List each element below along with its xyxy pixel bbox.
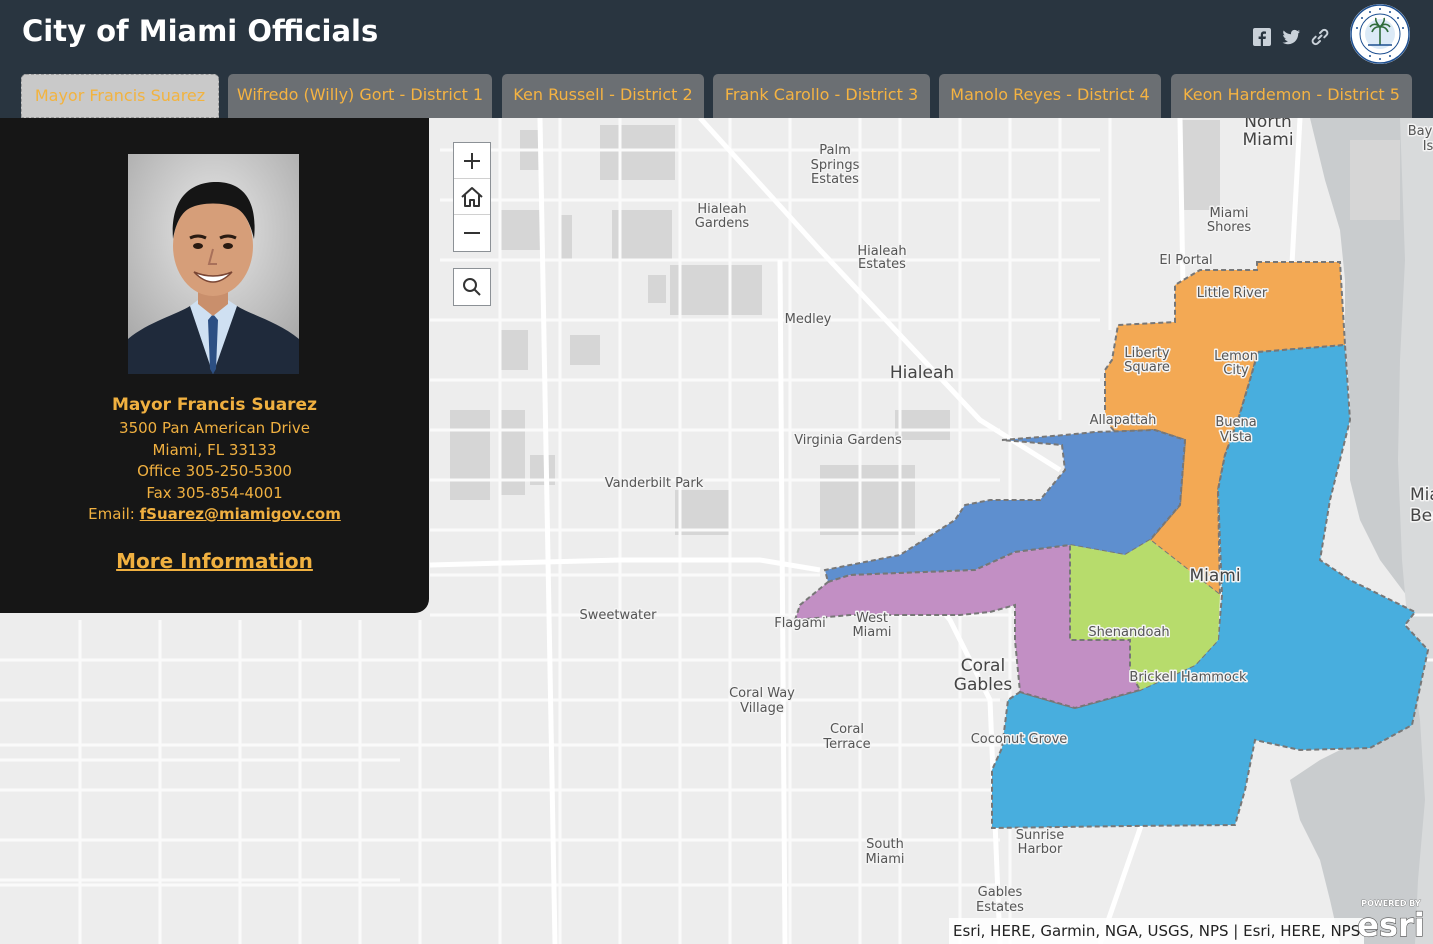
search-icon <box>463 278 481 296</box>
label-palm-springs-estates: Palm <box>819 143 851 158</box>
map-attribution: Esri, HERE, Garmin, NGA, USGS, NPS | Esr… <box>949 918 1365 944</box>
zoom-in-button[interactable] <box>454 143 490 179</box>
label-lemon-city: Lemon <box>1214 349 1258 364</box>
email-label: Email: <box>88 505 140 523</box>
official-office-phone: Office 305-250-5300 <box>137 462 292 480</box>
label-coconut-grove: Coconut Grove <box>971 732 1068 747</box>
facebook-icon[interactable] <box>1252 27 1272 47</box>
label-virginia-gardens: Virginia Gardens <box>794 433 902 448</box>
minus-icon <box>464 232 480 234</box>
label-sunrise-harbor: Harbor <box>1018 842 1063 857</box>
label-coral-gables: Gables <box>954 675 1013 695</box>
tab-district-1[interactable]: Wifredo (Willy) Gort - District 1 <box>228 74 492 118</box>
home-button[interactable] <box>454 179 490 215</box>
label-sweetwater: Sweetwater <box>579 608 657 623</box>
zoom-out-button[interactable] <box>454 215 490 251</box>
email-link[interactable]: fSuarez@miamigov.com <box>140 505 341 523</box>
label-palm-springs-estates: Springs <box>811 158 860 173</box>
label-vanderbilt-park: Vanderbilt Park <box>605 476 704 491</box>
official-name: Mayor Francis Suarez <box>112 395 317 415</box>
official-email-row: Email: fSuarez@miamigov.com <box>0 505 429 523</box>
esri-logo[interactable]: POWERED BY esri <box>1354 896 1429 940</box>
label-allapattah: Allapattah <box>1090 413 1157 428</box>
tab-mayor-francis-suarez[interactable]: Mayor Francis Suarez <box>21 74 219 118</box>
zoom-controls <box>453 142 491 252</box>
label-coral-gables: Coral <box>961 656 1005 676</box>
more-information-link[interactable]: More Information <box>0 549 429 573</box>
city-seal-logo <box>1350 4 1410 64</box>
share-bar <box>1252 26 1330 48</box>
label-little-river: Little River <box>1197 286 1268 301</box>
link-icon[interactable] <box>1310 27 1330 47</box>
label-south-miami: Miami <box>865 852 904 867</box>
label-gables-estates: Estates <box>976 900 1024 915</box>
label-miami-shores: Miami <box>1209 206 1248 221</box>
tab-district-3[interactable]: Frank Carollo - District 3 <box>713 74 930 118</box>
label-bay: Bay <box>1408 124 1433 139</box>
label-miami-shores: Shores <box>1207 220 1252 235</box>
label-flagami: Flagami <box>774 616 826 631</box>
search-button[interactable] <box>453 268 491 306</box>
label-coral-terrace: Coral <box>830 722 864 737</box>
label-coral-terrace: Terrace <box>822 737 870 752</box>
label-hialeah-estates: Estates <box>858 257 906 272</box>
label-brickell-hammock: Brickell Hammock <box>1129 670 1247 685</box>
tab-district-2[interactable]: Ken Russell - District 2 <box>502 74 704 118</box>
label-south-miami: South <box>866 837 904 852</box>
label-palm-springs-estates: Estates <box>811 172 859 187</box>
label-miami: Miami <box>1189 566 1240 586</box>
label-miami-beach: Mia <box>1410 485 1433 505</box>
home-icon <box>461 186 483 207</box>
label-hialeah-gardens: Gardens <box>695 216 750 231</box>
official-address-line-2: Miami, FL 33133 <box>152 441 277 459</box>
label-miami-beach: Bea <box>1410 506 1433 526</box>
label-liberty-square: Liberty <box>1124 346 1170 361</box>
official-fax: Fax 305-854-4001 <box>146 484 283 502</box>
label-gables-estates: Gables <box>978 885 1023 900</box>
label-sunrise-harbor: Sunrise <box>1016 828 1064 843</box>
label-shenandoah: Shenandoah <box>1088 625 1169 640</box>
plus-icon <box>464 152 480 169</box>
label-hialeah: Hialeah <box>890 363 954 383</box>
label-el-portal: El Portal <box>1159 253 1212 268</box>
tab-district-4[interactable]: Manolo Reyes - District 4 <box>939 74 1161 118</box>
label-buena-vista: Vista <box>1220 430 1252 445</box>
label-bay: Is <box>1423 139 1433 154</box>
esri-brand: esri <box>1357 906 1425 940</box>
label-west-miami: Miami <box>852 625 891 640</box>
label-north-miami: Miami <box>1242 130 1293 150</box>
label-coral-way-village: Coral Way <box>729 686 795 701</box>
app-title: City of Miami Officials <box>22 14 379 48</box>
twitter-icon[interactable] <box>1281 27 1301 47</box>
official-address-line-1: 3500 Pan American Drive <box>119 419 310 437</box>
label-buena-vista: Buena <box>1215 415 1256 430</box>
label-coral-way-village: Village <box>740 701 784 716</box>
label-hialeah-gardens: Hialeah <box>697 202 746 217</box>
tab-district-5[interactable]: Keon Hardemon - District 5 <box>1171 74 1412 118</box>
official-info-panel: Mayor Francis Suarez 3500 Pan American D… <box>0 118 429 613</box>
label-lemon-city: City <box>1223 363 1249 378</box>
official-portrait <box>128 154 299 374</box>
label-west-miami: West <box>856 611 888 626</box>
label-medley: Medley <box>785 312 832 327</box>
label-liberty-square: Square <box>1124 360 1170 375</box>
